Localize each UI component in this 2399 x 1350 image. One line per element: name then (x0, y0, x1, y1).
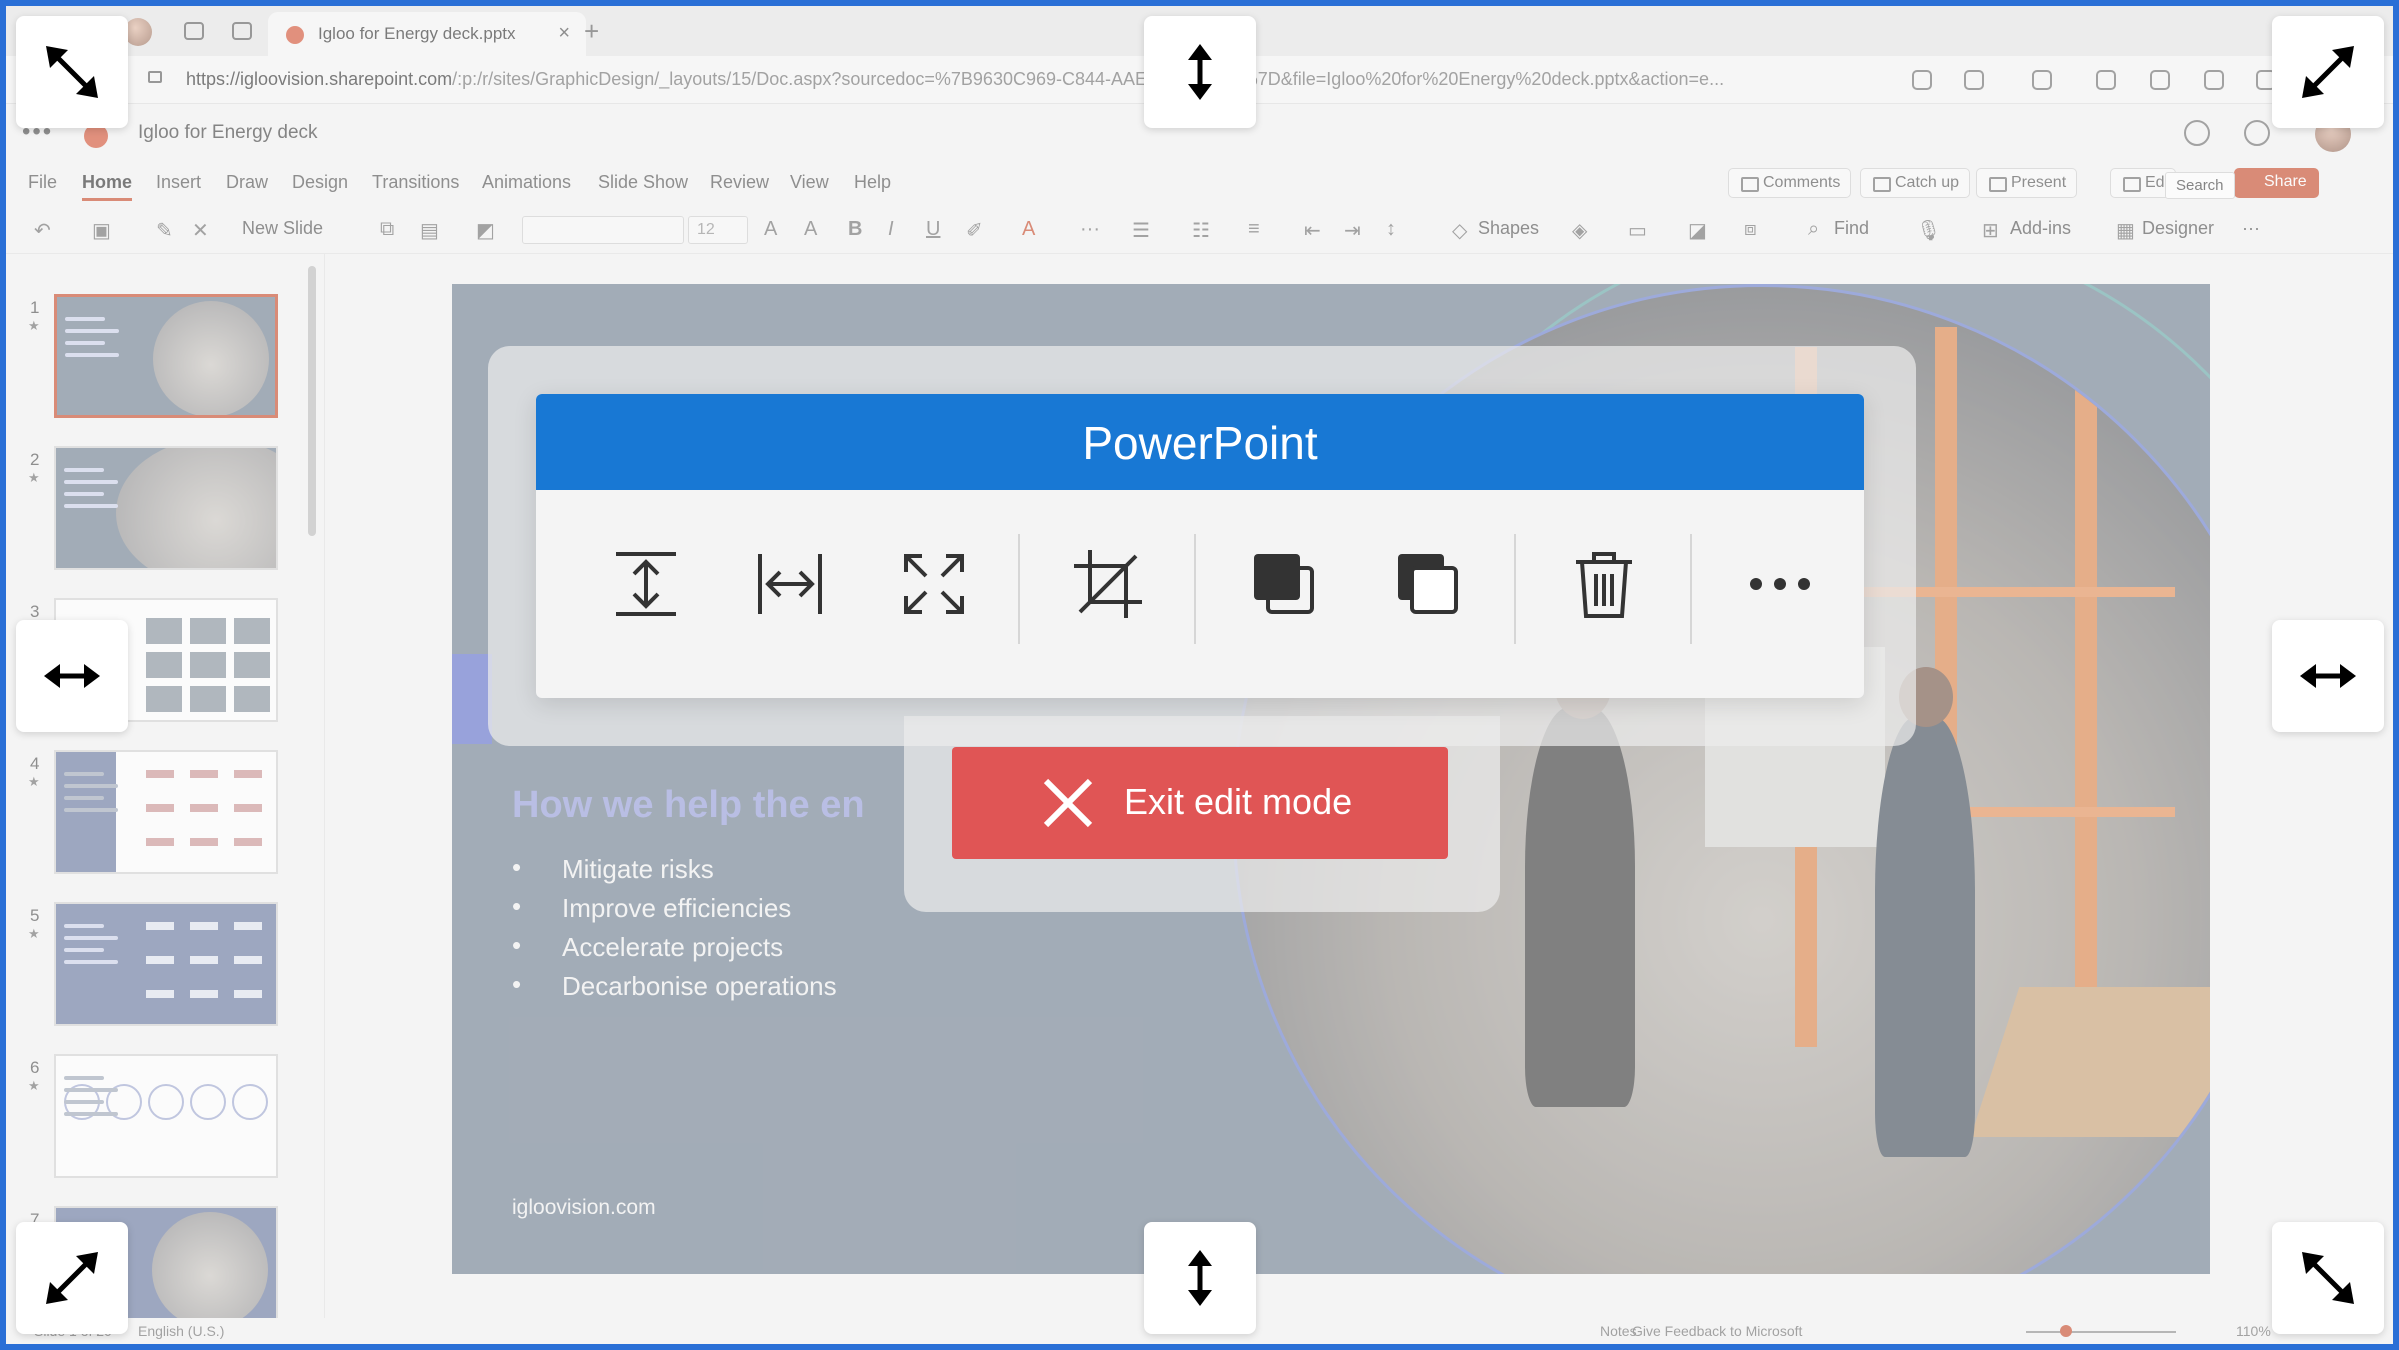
close-icon (1043, 778, 1093, 828)
toolbar-title: PowerPoint (1082, 417, 1318, 469)
resize-handle-bottom-right[interactable] (2272, 1222, 2384, 1334)
bring-forward-icon[interactable] (1244, 544, 1324, 624)
diagonal-resize-icon (2302, 46, 2354, 98)
diagonal-resize-icon (2302, 1252, 2354, 1304)
horizontal-resize-icon (2300, 664, 2356, 688)
more-icon[interactable] (1740, 544, 1820, 624)
edit-mode-toolbar: PowerPoint (536, 394, 1864, 698)
app-window: Igloo for Energy deck.pptx × + https://i… (6, 6, 2393, 1344)
crop-icon[interactable] (1068, 544, 1148, 624)
resize-handle-top-left[interactable] (16, 16, 128, 128)
toolbar-separator (1018, 534, 1020, 644)
resize-handle-right[interactable] (2272, 620, 2384, 732)
resize-handle-bottom-left[interactable] (16, 1222, 128, 1334)
send-backward-icon[interactable] (1388, 544, 1468, 624)
horizontal-resize-icon (44, 664, 100, 688)
toolbar-separator (1194, 534, 1196, 644)
fullscreen-icon[interactable] (894, 544, 974, 624)
resize-handle-top[interactable] (1144, 16, 1256, 128)
vertical-resize-icon (1188, 44, 1212, 100)
exit-edit-mode-button[interactable]: Exit edit mode (952, 747, 1448, 859)
vertical-resize-icon (1188, 1250, 1212, 1306)
diagonal-resize-icon (46, 46, 98, 98)
exit-edit-mode-label: Exit edit mode (1124, 781, 1353, 822)
resize-handle-top-right[interactable] (2272, 16, 2384, 128)
diagonal-resize-icon (46, 1252, 98, 1304)
delete-icon[interactable] (1564, 544, 1644, 624)
resize-handle-bottom[interactable] (1144, 1222, 1256, 1334)
toolbar-separator (1690, 534, 1692, 644)
fit-height-icon[interactable] (606, 544, 686, 624)
toolbar-separator (1514, 534, 1516, 644)
resize-handle-left[interactable] (16, 620, 128, 732)
fit-width-icon[interactable] (750, 544, 830, 624)
toolbar-header: PowerPoint (536, 394, 1864, 490)
